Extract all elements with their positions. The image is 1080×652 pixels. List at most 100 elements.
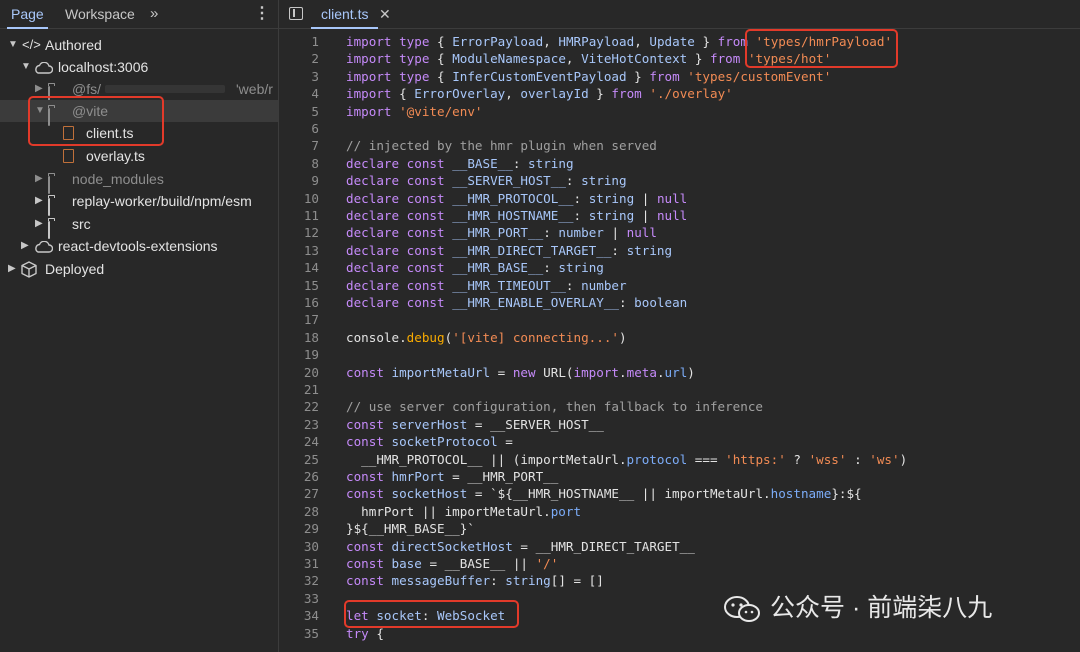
code-text: declare const __HMR_HOSTNAME__: string |… <box>346 208 688 223</box>
line-number[interactable]: 16 <box>279 294 319 311</box>
code-line[interactable]: 14 declare const __HMR_BASE__: string <box>279 259 1080 276</box>
line-number[interactable]: 31 <box>279 555 319 572</box>
collapse-arrow-icon[interactable]: ▶ <box>35 190 43 212</box>
code-text: import { ErrorOverlay, overlayId } from … <box>346 86 733 102</box>
line-number[interactable]: 22 <box>279 398 319 415</box>
code-text: const hmrPort = __HMR_PORT__ <box>346 469 559 484</box>
code-line[interactable]: 21 <box>279 381 1080 398</box>
code-line[interactable]: 1 import type { ErrorPayload, HMRPayload,… <box>279 33 1080 50</box>
line-number[interactable]: 34 <box>279 607 319 624</box>
tree-item-replay-worker[interactable]: ▶ replay-worker/build/npm/esm <box>0 190 278 216</box>
tree-item-localhost[interactable]: ▼ localhost:3006 <box>0 56 278 78</box>
line-number[interactable]: 32 <box>279 572 319 589</box>
line-number[interactable]: 27 <box>279 485 319 502</box>
tree-item-authored[interactable]: ▼ </> Authored <box>0 34 278 56</box>
line-number[interactable]: 17 <box>279 311 319 328</box>
code-line[interactable]: 24 const socketProtocol = <box>279 433 1080 450</box>
line-number[interactable]: 7 <box>279 137 319 154</box>
line-number[interactable]: 14 <box>279 259 319 276</box>
line-number[interactable]: 30 <box>279 538 319 555</box>
code-line[interactable]: 28 hmrPort || importMetaUrl.port <box>279 503 1080 520</box>
line-number[interactable]: 23 <box>279 416 319 433</box>
code-line[interactable]: 30 const directSocketHost = __HMR_DIRECT_… <box>279 538 1080 555</box>
line-number[interactable]: 25 <box>279 451 319 468</box>
tree-item-react-devtools[interactable]: ▶ react-devtools-extensions <box>0 235 278 257</box>
code-line[interactable]: 11 declare const __HMR_HOSTNAME__: string… <box>279 207 1080 224</box>
tree-item-label: Authored <box>45 37 102 53</box>
code-line[interactable]: 3 import type { InferCustomEventPayload }… <box>279 68 1080 85</box>
line-number[interactable]: 15 <box>279 277 319 294</box>
code-line[interactable]: 6 <box>279 120 1080 137</box>
code-line[interactable]: 7 // injected by the hmr plugin when serv… <box>279 137 1080 154</box>
code-line[interactable]: 10 declare const __HMR_PROTOCOL__: string… <box>279 190 1080 207</box>
code-line[interactable]: 23 const serverHost = __SERVER_HOST__ <box>279 416 1080 433</box>
line-number[interactable]: 33 <box>279 590 319 607</box>
line-number[interactable]: 11 <box>279 207 319 224</box>
code-line[interactable]: 26 const hmrPort = __HMR_PORT__ <box>279 468 1080 485</box>
tree-item-node-modules[interactable]: ▶ node_modules <box>0 168 278 194</box>
more-tabs-icon[interactable]: » <box>150 0 158 28</box>
code-line[interactable]: 19 <box>279 346 1080 363</box>
tab-client-ts[interactable]: client.ts <box>311 0 379 29</box>
code-text: const base = __BASE__ || '/' <box>346 556 559 571</box>
tree-item-src[interactable]: ▶ src <box>0 213 278 239</box>
line-number[interactable]: 8 <box>279 155 319 172</box>
line-number[interactable]: 28 <box>279 503 319 520</box>
code-line[interactable]: 12 declare const __HMR_PORT__: number | n… <box>279 224 1080 241</box>
line-number[interactable]: 18 <box>279 329 319 346</box>
more-options-icon[interactable]: ⋮ <box>254 0 270 28</box>
cloud-icon <box>35 241 53 253</box>
tree-item-label: replay-worker/build/npm/esm <box>72 193 252 209</box>
code-line[interactable]: 27 const socketHost = `${__HMR_HOSTNAME__… <box>279 485 1080 502</box>
line-number[interactable]: 3 <box>279 68 319 85</box>
collapse-arrow-icon[interactable]: ▶ <box>8 258 16 280</box>
code-line[interactable]: 32 const messageBuffer: string[] = [] <box>279 572 1080 589</box>
code-line[interactable]: 17 <box>279 311 1080 328</box>
code-line[interactable]: 18 console.debug('[vite] connecting...') <box>279 329 1080 346</box>
code-brackets-icon: </> <box>22 37 41 52</box>
tree-item-deployed[interactable]: ▶ Deployed <box>0 258 278 280</box>
code-line[interactable]: 29}${__HMR_BASE__}` <box>279 520 1080 537</box>
tab-workspace[interactable]: Workspace <box>65 0 135 28</box>
line-number[interactable]: 26 <box>279 468 319 485</box>
code-line[interactable]: 15 declare const __HMR_TIMEOUT__: number <box>279 277 1080 294</box>
code-line[interactable]: 22 // use server configuration, then fall… <box>279 398 1080 415</box>
tab-page[interactable]: Page <box>7 0 48 29</box>
line-number[interactable]: 35 <box>279 625 319 642</box>
sidebar-toggle-icon[interactable] <box>289 7 303 20</box>
line-number[interactable]: 10 <box>279 190 319 207</box>
line-number[interactable]: 5 <box>279 103 319 120</box>
line-number[interactable]: 9 <box>279 172 319 189</box>
code-line[interactable]: 5 import '@vite/env' <box>279 103 1080 120</box>
code-line[interactable]: 13 declare const __HMR_DIRECT_TARGET__: s… <box>279 242 1080 259</box>
code-line[interactable]: 8 declare const __BASE__: string <box>279 155 1080 172</box>
line-number[interactable]: 1 <box>279 33 319 50</box>
code-line[interactable]: 16 declare const __HMR_ENABLE_OVERLAY__: … <box>279 294 1080 311</box>
code-line[interactable]: 31 const base = __BASE__ || '/' <box>279 555 1080 572</box>
line-number[interactable]: 12 <box>279 224 319 241</box>
tree-item-label: localhost:3006 <box>58 59 149 75</box>
code-line[interactable]: 25 __HMR_PROTOCOL__ || (importMetaUrl.pr… <box>279 451 1080 468</box>
code-line[interactable]: 9 declare const __SERVER_HOST__: string <box>279 172 1080 189</box>
collapse-arrow-icon[interactable]: ▶ <box>35 213 43 235</box>
tree-item-overlay-ts[interactable]: overlay.ts <box>0 145 278 167</box>
code-line[interactable]: 20 const importMetaUrl = new URL(import.m… <box>279 364 1080 381</box>
line-number[interactable]: 29 <box>279 520 319 537</box>
collapse-arrow-icon[interactable]: ▶ <box>35 168 43 190</box>
code-text: // use server configuration, then fallba… <box>346 399 764 415</box>
line-number[interactable]: 2 <box>279 50 319 67</box>
expand-arrow-icon[interactable]: ▼ <box>21 56 31 78</box>
close-icon[interactable]: ✕ <box>379 0 391 28</box>
collapse-arrow-icon[interactable]: ▶ <box>21 235 29 257</box>
expand-arrow-icon[interactable]: ▼ <box>8 34 18 56</box>
code-text: __HMR_PROTOCOL__ || (importMetaUrl.proto… <box>346 451 908 467</box>
line-number[interactable]: 21 <box>279 381 319 398</box>
line-number[interactable]: 4 <box>279 85 319 102</box>
line-number[interactable]: 19 <box>279 346 319 363</box>
line-number[interactable]: 20 <box>279 364 319 381</box>
line-number[interactable]: 13 <box>279 242 319 259</box>
line-number[interactable]: 24 <box>279 433 319 450</box>
code-line[interactable]: 2 import type { ModuleNamespace, ViteHotC… <box>279 50 1080 67</box>
line-number[interactable]: 6 <box>279 120 319 137</box>
code-line[interactable]: 4 import { ErrorOverlay, overlayId } from… <box>279 85 1080 102</box>
